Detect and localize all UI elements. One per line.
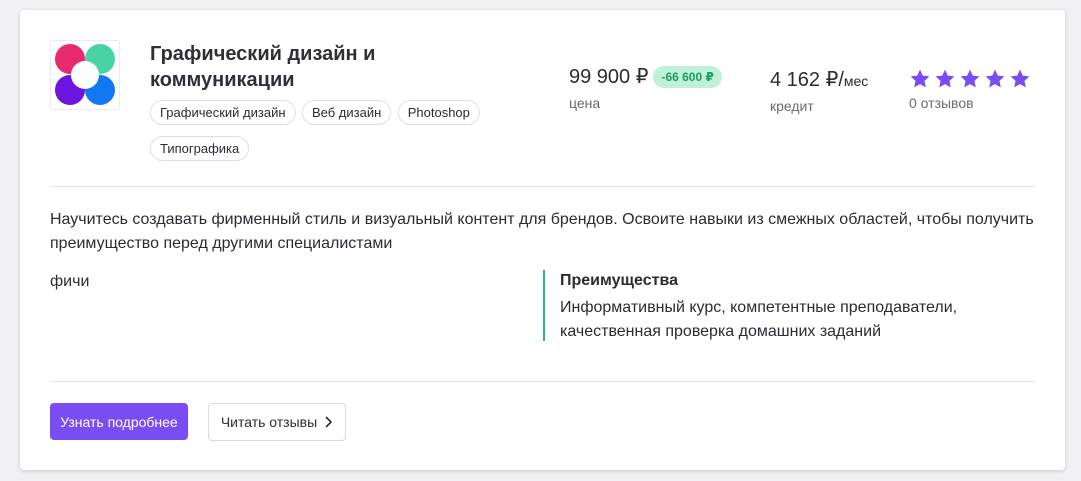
tag[interactable]: Photoshop [397,100,480,125]
course-title[interactable]: Графический дизайн и коммуникации [150,41,450,93]
star-icon [960,69,980,88]
course-logo [50,40,120,110]
star-icon [935,69,955,88]
credit-block: 4 162 ₽/мес кредит [770,67,868,114]
advantages-text: Информативный курс, компетентные препода… [560,299,958,340]
price-label: цена [569,95,601,111]
chevron-right-icon [325,416,332,428]
advantages-title: Преимущества [560,272,678,289]
divider [50,186,1035,187]
divider [50,381,1035,382]
star-icon [910,69,930,88]
credit-unit: мес [843,73,869,89]
tag[interactable]: Типографика [150,136,250,161]
star-icon [1010,69,1030,88]
read-reviews-label: Читать отзывы [220,414,318,430]
price-value: 99 900 ₽ [569,66,649,88]
course-card: Графический дизайн и коммуникации Графич… [20,10,1065,470]
tag[interactable]: Веб дизайн [301,100,392,125]
reviews-count[interactable]: 0 отзывов [909,95,1031,111]
star-icon [985,69,1005,88]
credit-label: кредит [770,98,814,114]
star-rating [909,67,1031,91]
credit-value: 4 162 ₽/ [770,69,844,91]
features-label: фичи [50,273,90,290]
advantages-block: Преимущества Информативный курс, компете… [543,270,1023,341]
logo-graphic-icon [55,44,115,105]
tag-list: Графический дизайн Веб дизайн Photoshop … [150,100,510,172]
learn-more-label: Узнать подробнее [60,413,178,430]
tag[interactable]: Графический дизайн [150,100,296,125]
learn-more-button[interactable]: Узнать подробнее [50,403,188,440]
read-reviews-button[interactable]: Читать отзывы [208,403,346,441]
course-description: Научитесь создавать фирменный стиль и ви… [50,211,1034,252]
price-block: 99 900 ₽ -66 600 ₽ цена [569,64,722,111]
rating-block: 0 отзывов [909,67,1031,111]
discount-badge: -66 600 ₽ [653,65,722,88]
